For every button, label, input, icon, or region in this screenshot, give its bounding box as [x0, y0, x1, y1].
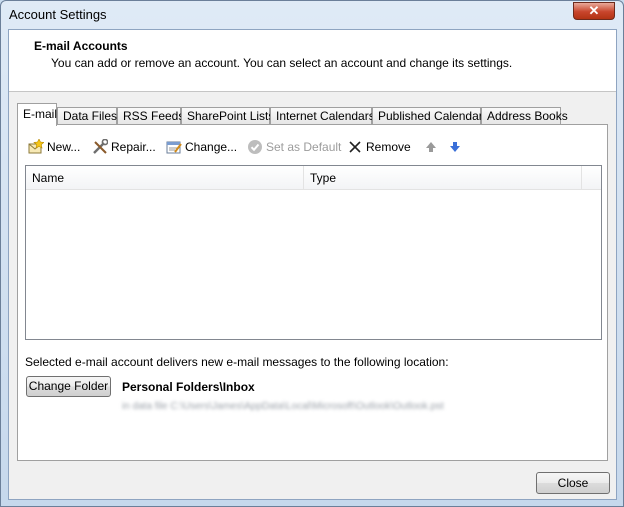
header-panel: E-mail Accounts You can add or remove an…	[9, 30, 616, 92]
close-button[interactable]: Close	[536, 472, 610, 494]
tab-data-files[interactable]: Data Files	[57, 107, 117, 125]
tab-email[interactable]: E-mail	[17, 103, 57, 126]
header-description: You can add or remove an account. You ca…	[51, 56, 513, 70]
tab-internet-calendars[interactable]: Internet Calendars	[270, 107, 375, 125]
new-button-label: New...	[47, 140, 81, 154]
change-account-icon	[166, 139, 182, 155]
new-button[interactable]: New...	[28, 137, 80, 157]
change-button-label: Change...	[185, 140, 238, 154]
header-title: E-mail Accounts	[34, 39, 128, 53]
tab-address-books[interactable]: Address Books	[481, 107, 568, 125]
accounts-toolbar: New... Repair... Change... Set as Defaul…	[18, 137, 607, 157]
remove-button[interactable]: Remove	[347, 137, 411, 157]
new-account-icon	[28, 138, 45, 155]
account-settings-window: Account Settings ✕ E-mail Accounts You c…	[0, 0, 624, 507]
checkmark-icon	[247, 139, 263, 155]
email-tab-panel: New... Repair... Change... Set as Defaul…	[17, 124, 608, 461]
dialog-body: E-mail Accounts You can add or remove an…	[8, 29, 617, 500]
title-bar[interactable]: Account Settings ✕	[1, 1, 623, 29]
set-as-default-button[interactable]: Set as Default	[247, 137, 341, 157]
arrow-up-icon	[423, 139, 439, 155]
move-down-button[interactable]	[447, 137, 466, 157]
list-header: Name Type	[26, 166, 601, 190]
column-header-name[interactable]: Name	[26, 166, 304, 190]
window-close-button[interactable]: ✕	[573, 2, 615, 20]
repair-button-label: Repair...	[111, 140, 156, 154]
move-up-button[interactable]	[423, 137, 442, 157]
set-as-default-label: Set as Default	[266, 140, 342, 154]
delivery-folder-name: Personal Folders\Inbox	[122, 380, 255, 394]
delivery-description: Selected e-mail account delivers new e-m…	[25, 355, 449, 369]
remove-x-icon	[347, 139, 363, 155]
repair-button[interactable]: Repair...	[92, 137, 156, 157]
change-button[interactable]: Change...	[166, 137, 237, 157]
arrow-down-icon	[447, 139, 463, 155]
tab-published-calendars[interactable]: Published Calendars	[372, 107, 489, 125]
tab-sharepoint-lists[interactable]: SharePoint Lists	[181, 107, 274, 125]
accounts-list[interactable]: Name Type	[25, 165, 602, 340]
change-folder-button[interactable]: Change Folder	[26, 376, 111, 397]
data-file-path: in data file C:\Users\James\AppData\Loca…	[122, 401, 444, 412]
repair-tools-icon	[92, 138, 109, 155]
tab-rss-feeds[interactable]: RSS Feeds	[117, 107, 184, 125]
column-header-type[interactable]: Type	[304, 166, 582, 190]
window-title: Account Settings	[9, 7, 107, 22]
remove-button-label: Remove	[366, 140, 411, 154]
